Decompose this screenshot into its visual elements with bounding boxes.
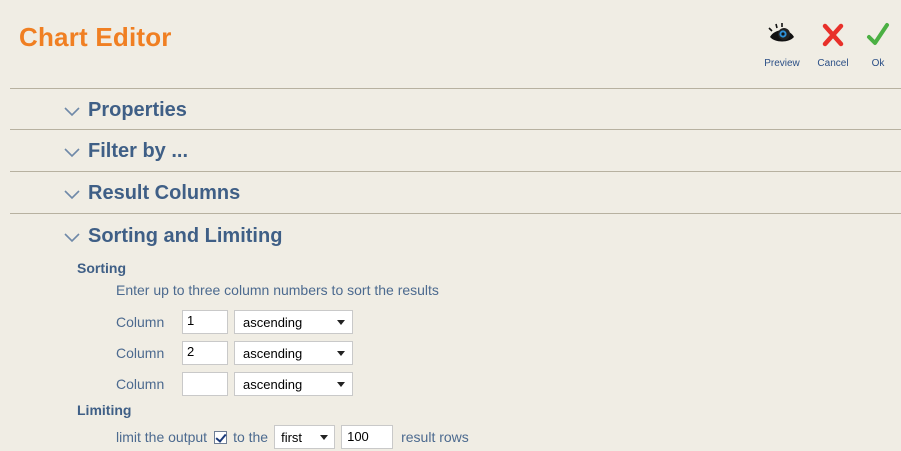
preview-label: Preview: [764, 58, 800, 69]
sort-row: Column 1 ascending: [116, 308, 353, 336]
divider: [10, 88, 901, 89]
sorting-heading: Sorting: [77, 260, 126, 276]
chart-editor-page: Chart Editor Preview Cancel Ok Propertie…: [0, 0, 901, 451]
sort-order-select[interactable]: ascending: [234, 310, 353, 334]
section-label: Filter by ...: [88, 140, 189, 162]
sort-order-value: ascending: [243, 345, 303, 361]
sort-row-label: Column: [116, 345, 165, 361]
divider: [10, 129, 901, 130]
section-label: Sorting and Limiting: [88, 225, 283, 247]
limit-suffix-text: result rows: [401, 429, 469, 445]
sort-order-value: ascending: [243, 376, 303, 392]
section-label: Result Columns: [88, 182, 241, 204]
cancel-button[interactable]: Cancel: [809, 22, 857, 69]
section-sorting-limiting[interactable]: Sorting and Limiting: [63, 225, 282, 248]
close-icon: [822, 23, 844, 47]
sorting-help-text: Enter up to three column numbers to sort…: [116, 282, 439, 298]
section-label: Properties: [88, 99, 187, 121]
preview-button[interactable]: Preview: [756, 22, 808, 69]
checkmark-icon: [867, 23, 889, 45]
divider: [10, 213, 901, 214]
sort-order-select[interactable]: ascending: [234, 341, 353, 365]
section-result-columns[interactable]: Result Columns: [63, 182, 240, 205]
limit-middle-text: to the: [233, 429, 269, 445]
sort-column-input[interactable]: 1: [182, 310, 228, 334]
chevron-down-icon: [64, 232, 80, 242]
action-bar: Preview Cancel Ok: [751, 22, 901, 72]
dropdown-arrow-icon: [320, 435, 329, 440]
ok-label: Ok: [871, 58, 885, 69]
dropdown-arrow-icon: [337, 351, 345, 356]
section-filter[interactable]: Filter by ...: [63, 140, 188, 163]
limit-mode-select[interactable]: first: [274, 425, 336, 449]
chevron-down-icon: [64, 106, 80, 116]
limit-prefix-text: limit the output: [116, 429, 208, 445]
limit-output-checkbox[interactable]: [214, 430, 228, 444]
sort-order-select[interactable]: ascending: [234, 372, 353, 396]
sort-row-label: Column: [116, 314, 165, 330]
limiting-heading: Limiting: [77, 402, 132, 418]
sort-column-input[interactable]: [182, 372, 228, 396]
chevron-down-icon: [64, 147, 80, 157]
cancel-label: Cancel: [817, 58, 849, 69]
limit-count-input[interactable]: 100: [341, 425, 394, 449]
section-properties[interactable]: Properties: [63, 99, 187, 122]
page-title: Chart Editor: [19, 22, 172, 52]
chevron-down-icon: [64, 189, 80, 199]
sort-order-value: ascending: [243, 314, 303, 330]
dropdown-arrow-icon: [337, 382, 345, 387]
header: Chart Editor Preview Cancel Ok: [0, 0, 901, 87]
sort-row-label: Column: [116, 376, 165, 392]
ok-button[interactable]: Ok: [865, 22, 891, 69]
limit-mode-value: first: [281, 429, 303, 445]
divider: [10, 171, 901, 172]
eye-icon: [768, 23, 794, 42]
dropdown-arrow-icon: [337, 320, 345, 325]
sort-row: Column ascending: [116, 370, 353, 398]
sort-column-input[interactable]: 2: [182, 341, 228, 365]
limit-row: limit the output to the first 100 result…: [116, 424, 469, 450]
sort-row: Column 2 ascending: [116, 339, 353, 367]
